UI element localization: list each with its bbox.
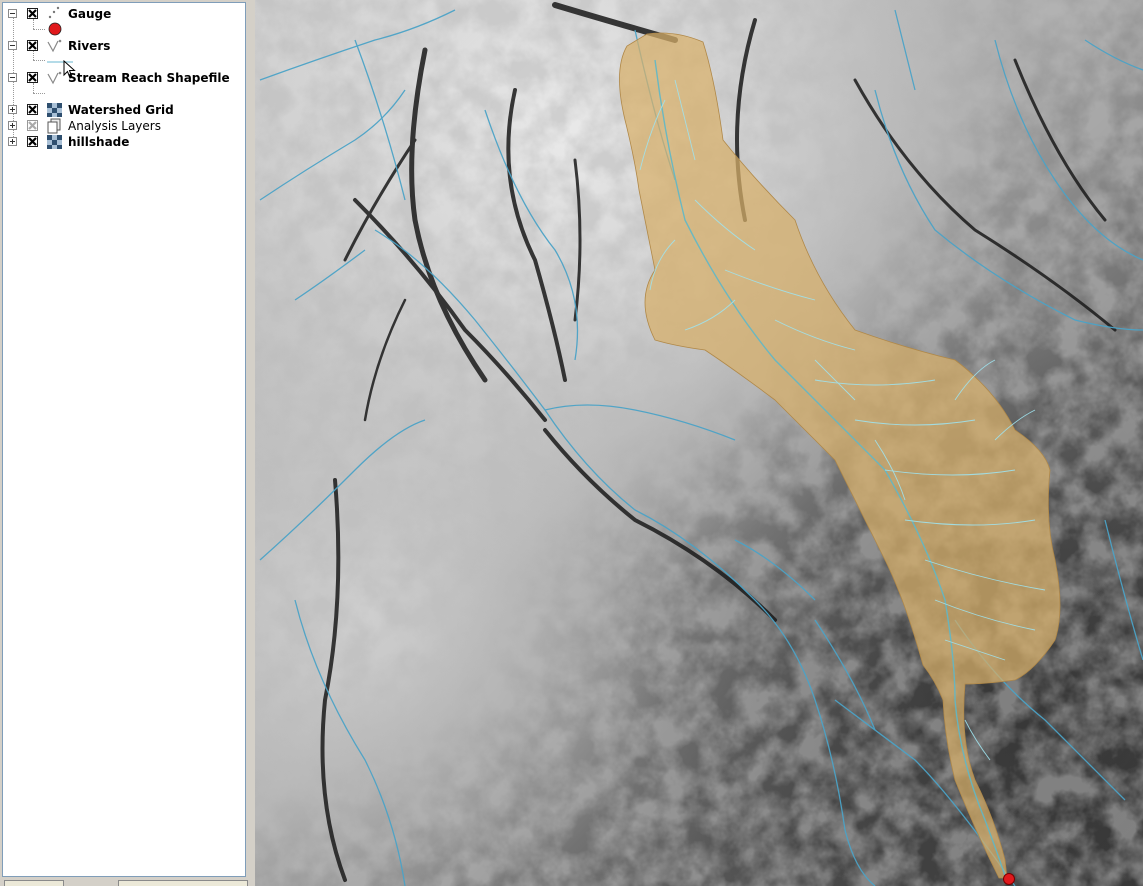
layer-name: Stream Reach Shapefile xyxy=(68,71,230,85)
layer-row-watershed-grid[interactable]: Watershed Grid xyxy=(3,102,243,118)
gis-application: Gauge Rivers Stream Reach Shapefile Wate… xyxy=(0,0,1143,886)
panel-splitter[interactable] xyxy=(248,0,255,886)
layer-name: Gauge xyxy=(68,7,112,21)
group-layer-icon xyxy=(46,118,64,134)
layer-visibility-checkbox[interactable] xyxy=(27,104,38,115)
layer-row-stream-reach[interactable]: Stream Reach Shapefile xyxy=(3,70,243,86)
raster-layer-icon xyxy=(46,134,64,150)
layer-row-analysis-layers[interactable]: Analysis Layers xyxy=(3,118,243,134)
check-icon xyxy=(28,121,37,130)
tree-connector xyxy=(33,51,34,60)
collapse-toggle[interactable] xyxy=(8,41,17,50)
tree-connector xyxy=(33,29,45,30)
red-circle-icon xyxy=(48,22,62,36)
map-canvas[interactable] xyxy=(255,0,1143,886)
panel-tab[interactable] xyxy=(118,880,248,886)
tree-connector xyxy=(33,60,45,61)
tree-connector xyxy=(33,93,45,94)
layer-name: Watershed Grid xyxy=(68,103,174,117)
layers-panel: Gauge Rivers Stream Reach Shapefile Wate… xyxy=(2,2,246,877)
check-icon xyxy=(28,105,37,114)
tree-connector xyxy=(33,19,34,29)
layer-name: Analysis Layers xyxy=(68,119,161,133)
layer-name: Rivers xyxy=(68,39,111,53)
expand-toggle[interactable] xyxy=(8,121,17,130)
line-layer-icon xyxy=(46,38,64,54)
check-icon xyxy=(28,41,37,50)
tree-connector xyxy=(33,83,34,93)
layer-name: hillshade xyxy=(68,135,130,149)
gauge-point[interactable] xyxy=(1003,873,1015,885)
layer-row-rivers[interactable]: Rivers xyxy=(3,38,243,54)
layer-visibility-checkbox[interactable] xyxy=(27,8,38,19)
layer-visibility-checkbox[interactable] xyxy=(27,40,38,51)
check-icon xyxy=(28,73,37,82)
expand-toggle[interactable] xyxy=(8,105,17,114)
panel-tab[interactable] xyxy=(4,880,64,886)
expand-toggle[interactable] xyxy=(8,137,17,146)
hillshade-raster xyxy=(255,0,1143,886)
layer-row-hillshade[interactable]: hillshade xyxy=(3,134,243,150)
line-layer-icon xyxy=(46,70,64,86)
check-icon xyxy=(28,9,37,18)
layer-row-gauge[interactable]: Gauge xyxy=(3,6,243,22)
raster-layer-icon xyxy=(46,102,64,118)
check-icon xyxy=(28,137,37,146)
layer-visibility-checkbox[interactable] xyxy=(27,120,38,131)
collapse-toggle[interactable] xyxy=(8,9,17,18)
collapse-toggle[interactable] xyxy=(8,73,17,82)
layer-visibility-checkbox[interactable] xyxy=(27,72,38,83)
gauge-legend-symbol xyxy=(45,21,85,36)
layer-visibility-checkbox[interactable] xyxy=(27,136,38,147)
point-layer-icon xyxy=(46,6,64,22)
